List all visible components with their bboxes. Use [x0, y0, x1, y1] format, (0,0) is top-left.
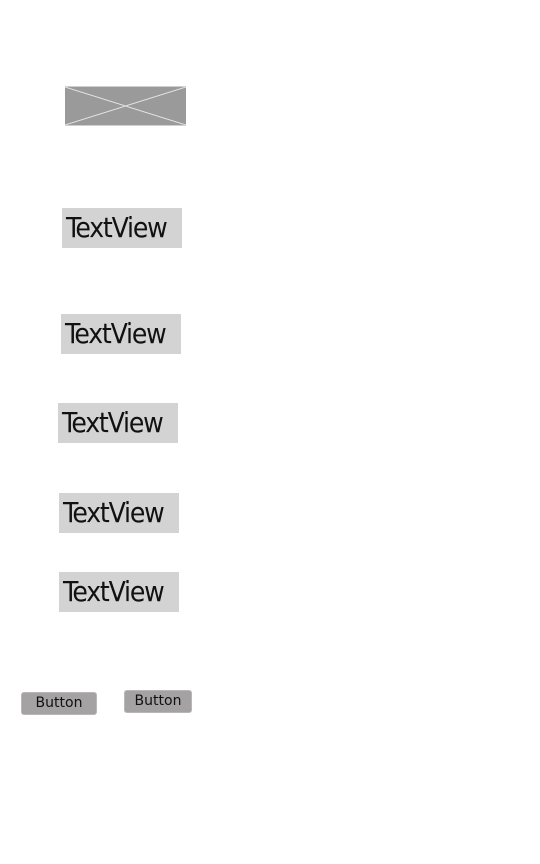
- button-1[interactable]: Button: [21, 692, 97, 715]
- text-view-4: TextView: [59, 493, 179, 533]
- text-view-3: TextView: [58, 403, 178, 443]
- image-placeholder-cross-icon: [65, 87, 186, 125]
- button-2[interactable]: Button: [124, 690, 192, 713]
- text-view-5: TextView: [59, 572, 179, 612]
- text-view-1: TextView: [62, 208, 182, 248]
- image-view-placeholder: [65, 86, 186, 126]
- text-view-2: TextView: [61, 314, 181, 354]
